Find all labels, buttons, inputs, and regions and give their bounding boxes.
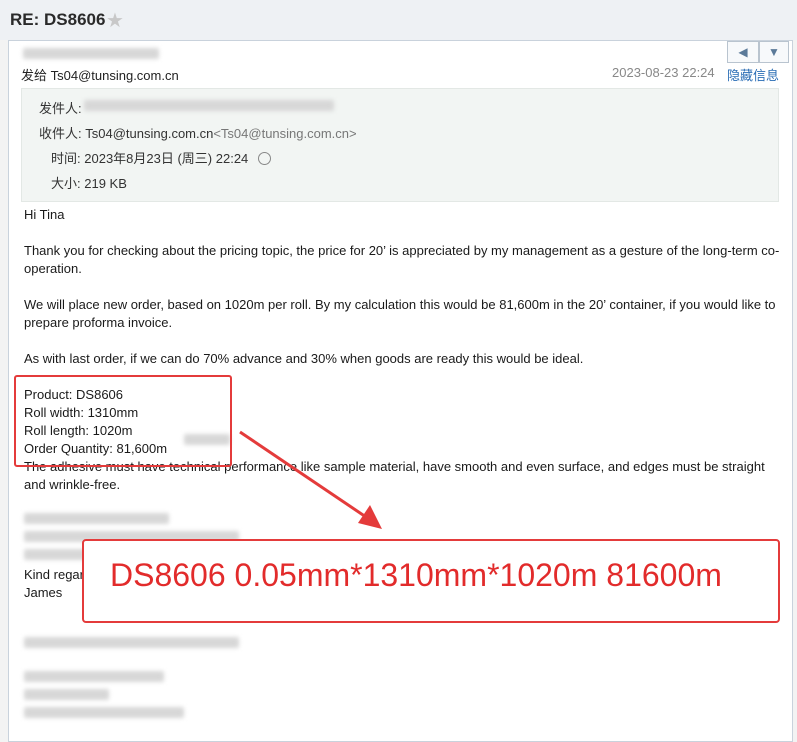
annotation-box: DS8606 0.05mm*1310mm*1020m 81600m — [82, 539, 780, 623]
annotation-text: DS8606 0.05mm*1310mm*1020m 81600m — [110, 557, 722, 593]
